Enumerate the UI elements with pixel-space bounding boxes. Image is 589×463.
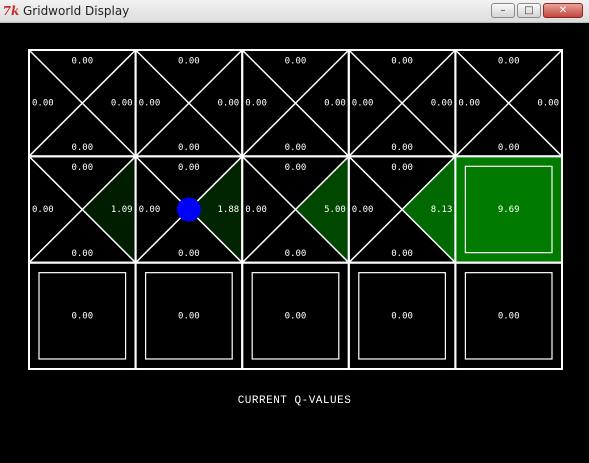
q-value-east: 1.88 <box>218 205 240 215</box>
q-value-west: 0.00 <box>32 205 54 215</box>
q-value-south: 0.00 <box>498 143 520 153</box>
q-value-north: 0.00 <box>285 57 307 67</box>
q-value-south: 0.00 <box>391 143 413 153</box>
q-value-north: 0.00 <box>71 163 93 173</box>
window-controls: – □ ✕ <box>491 3 583 18</box>
q-value-east: 8.13 <box>431 205 453 215</box>
title-bar[interactable]: 7k Gridworld Display – □ ✕ <box>0 0 589 23</box>
tk-feather-icon: 7k <box>2 4 20 18</box>
window-title: Gridworld Display <box>23 4 130 18</box>
terminal-value: 0.00 <box>71 311 93 321</box>
q-value-south: 0.00 <box>391 249 413 259</box>
gridworld-window: 7k Gridworld Display – □ ✕ 0.00 0.00 0.00 0… <box>0 0 589 459</box>
q-value-south: 0.00 <box>71 249 93 259</box>
gridworld-canvas: 0.00 0.00 0.00 0.00 0.00 0.00 0.00 0.00 0.00 0.00… <box>0 22 589 459</box>
q-value-west: 0.00 <box>139 205 161 215</box>
q-value-south: 0.00 <box>71 143 93 153</box>
caption-current-q-values: CURRENT Q-VALUES <box>237 395 352 407</box>
q-value-west: 0.00 <box>32 99 54 109</box>
q-value-south: 0.00 <box>178 249 200 259</box>
q-value-west: 0.00 <box>352 205 374 215</box>
maximize-button[interactable]: □ <box>517 3 541 18</box>
q-value-south: 0.00 <box>178 143 200 153</box>
terminal-value: 0.00 <box>178 311 200 321</box>
q-value-west: 0.00 <box>458 99 480 109</box>
q-value-north: 0.00 <box>391 163 413 173</box>
terminal-value: 9.69 <box>498 205 520 215</box>
q-value-east: 1.09 <box>111 205 133 215</box>
q-value-east: 0.00 <box>431 99 453 109</box>
terminal-value: 0.00 <box>498 311 520 321</box>
q-value-south: 0.00 <box>285 143 307 153</box>
q-value-north: 0.00 <box>178 57 200 67</box>
q-value-east: 5.00 <box>324 205 346 215</box>
q-value-east: 0.00 <box>218 99 240 109</box>
q-value-north: 0.00 <box>391 57 413 67</box>
q-value-west: 0.00 <box>245 205 267 215</box>
q-value-north: 0.00 <box>285 163 307 173</box>
q-value-west: 0.00 <box>139 99 161 109</box>
q-value-east: 0.00 <box>324 99 346 109</box>
q-value-north: 0.00 <box>71 57 93 67</box>
agent-marker <box>176 197 201 222</box>
q-value-west: 0.00 <box>352 99 374 109</box>
q-value-east: 0.00 <box>537 99 559 109</box>
q-value-grid: 0.00 0.00 0.00 0.00 0.00 0.00 0.00 0.00 0.00 0.00… <box>28 49 563 370</box>
q-value-north: 0.00 <box>498 57 520 67</box>
terminal-value: 0.00 <box>391 311 413 321</box>
minimize-button[interactable]: – <box>491 3 515 18</box>
q-value-south: 0.00 <box>285 249 307 259</box>
q-value-north: 0.00 <box>178 163 200 173</box>
terminal-value: 0.00 <box>285 311 307 321</box>
q-value-east: 0.00 <box>111 99 133 109</box>
q-value-west: 0.00 <box>245 99 267 109</box>
close-button[interactable]: ✕ <box>543 3 583 18</box>
